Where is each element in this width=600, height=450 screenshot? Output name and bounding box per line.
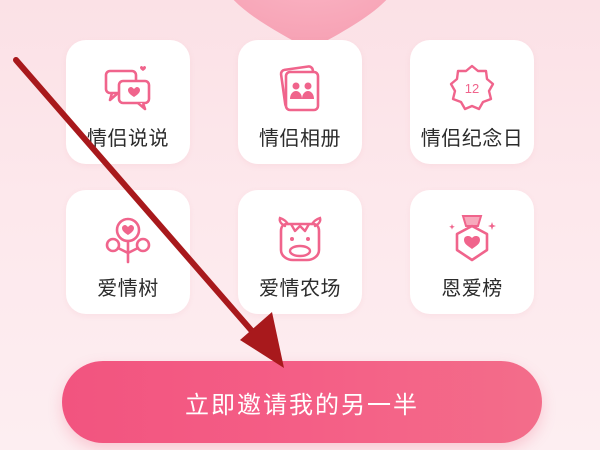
anniversary-badge-icon: 12 <box>445 62 499 116</box>
feature-label: 情侣相册 <box>259 126 341 150</box>
feature-label: 爱情树 <box>97 276 159 300</box>
feature-card-couple-posts[interactable]: 情侣说说 <box>66 40 190 164</box>
feature-label: 恩爱榜 <box>441 276 503 300</box>
photo-album-icon <box>273 62 327 116</box>
love-tree-icon <box>101 212 155 266</box>
feature-label: 爱情农场 <box>259 276 341 300</box>
feature-card-couple-anniversary[interactable]: 12 情侣纪念日 <box>410 40 534 164</box>
feature-label: 情侣纪念日 <box>420 126 524 150</box>
feature-card-couple-album[interactable]: 情侣相册 <box>238 40 362 164</box>
invite-partner-button[interactable]: 立即邀请我的另一半 <box>62 361 542 443</box>
feature-label: 情侣说说 <box>87 126 169 150</box>
cow-farm-icon <box>273 212 327 266</box>
anniversary-number: 12 <box>465 81 479 96</box>
ranking-medal-icon <box>445 212 499 266</box>
feature-card-love-tree[interactable]: 爱情树 <box>66 190 190 314</box>
feature-card-love-farm[interactable]: 爱情农场 <box>238 190 362 314</box>
chat-bubbles-icon <box>101 62 155 116</box>
feature-card-love-ranking[interactable]: 恩爱榜 <box>410 190 534 314</box>
